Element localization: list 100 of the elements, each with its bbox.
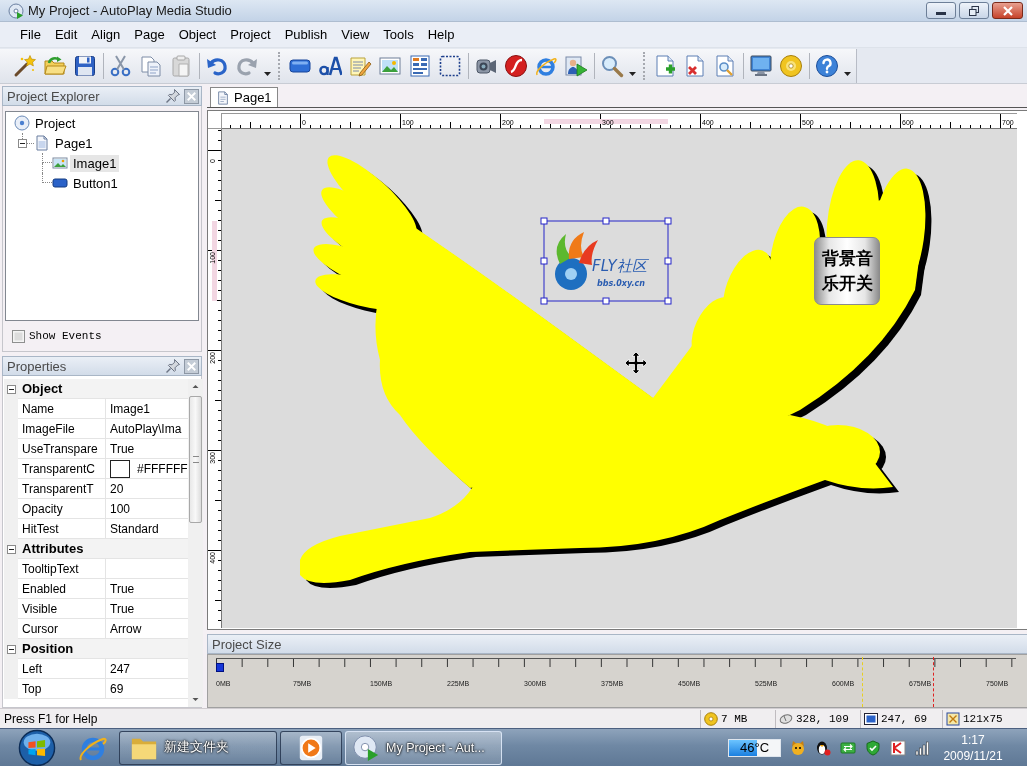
resize-handle[interactable] — [664, 297, 672, 305]
resize-handle[interactable] — [664, 257, 672, 265]
menu-item[interactable]: Edit — [47, 25, 85, 44]
resize-handle[interactable] — [540, 297, 548, 305]
color-swatch-icon[interactable] — [110, 459, 130, 478]
category-label: Position — [18, 639, 188, 659]
menu-item[interactable]: Help — [420, 25, 462, 44]
tree-item[interactable]: Project — [32, 114, 79, 132]
cut-icon[interactable] — [109, 53, 133, 78]
penguin-icon[interactable] — [815, 739, 831, 756]
menu-item[interactable]: Object — [171, 25, 224, 44]
tree-toggle-icon[interactable] — [18, 138, 27, 148]
button-icon — [52, 175, 68, 191]
resize-handle[interactable] — [540, 257, 548, 265]
caret-icon[interactable] — [628, 71, 636, 76]
property-name: Opacity — [18, 499, 106, 519]
property-name: TransparentC — [18, 459, 106, 479]
disc-icon[interactable] — [779, 53, 803, 78]
list-tool-icon[interactable] — [408, 53, 432, 78]
disc-icon — [14, 115, 30, 131]
page-icon — [216, 90, 230, 105]
page-plus-icon[interactable] — [653, 53, 677, 78]
checkbox[interactable] — [12, 329, 25, 343]
dashed-frame-icon[interactable] — [438, 53, 462, 78]
property-name: Visible — [18, 599, 106, 619]
page-search-icon[interactable] — [713, 53, 737, 78]
magnifier-icon[interactable] — [600, 53, 624, 78]
menu-item[interactable]: Tools — [376, 25, 421, 44]
property-name: TransparentT — [18, 479, 106, 499]
category-toggle-icon[interactable] — [6, 384, 16, 394]
resize-handle[interactable] — [602, 217, 610, 225]
scrollbar-thumb[interactable] — [189, 396, 202, 523]
status-value: 247, 69 — [881, 712, 928, 725]
start-button[interactable] — [18, 728, 56, 766]
document-tab[interactable]: Page1 — [210, 87, 278, 107]
canvas-button[interactable]: 背景音乐开关 — [814, 237, 880, 305]
page-icon — [34, 135, 50, 151]
menu-item[interactable]: Publish — [277, 25, 335, 44]
property-name: Left — [18, 659, 106, 679]
clock-date: 2009/11/21 — [943, 747, 1003, 764]
resize-handle[interactable] — [602, 297, 610, 305]
category-toggle-icon[interactable] — [6, 544, 16, 554]
page-delete-icon[interactable] — [683, 53, 707, 78]
minimize-icon — [936, 11, 946, 15]
resize-icon — [946, 711, 960, 726]
window-title: My Project - AutoPlay Media Studio — [28, 3, 232, 18]
tree-item[interactable]: Image1 — [70, 154, 120, 172]
menu-item[interactable]: View — [334, 25, 377, 44]
logo-subtext: bbs.0xy.cn — [597, 279, 645, 288]
panel-title: Properties — [7, 358, 67, 374]
menu-item[interactable]: Page — [127, 25, 172, 44]
status-value: 121x75 — [963, 712, 1003, 725]
status-value: 328, 109 — [796, 712, 849, 725]
play-icon — [297, 733, 325, 762]
category-label: Attributes — [18, 539, 188, 559]
caret-icon[interactable] — [843, 71, 851, 76]
close-icon[interactable] — [184, 358, 199, 374]
checkbox-label[interactable]: Show Events — [29, 330, 102, 342]
pin-icon[interactable] — [165, 88, 181, 104]
save-icon[interactable] — [73, 53, 97, 78]
property-value[interactable]: #FFFFFF — [137, 461, 188, 476]
property-name: UseTranspare — [18, 439, 106, 459]
animal-face-icon[interactable] — [790, 739, 806, 756]
app-icon — [8, 2, 24, 19]
tree-item[interactable]: Button1 — [70, 174, 121, 192]
mouse-icon — [779, 711, 793, 726]
logo-text: FLY社区 — [592, 257, 647, 275]
menu-item[interactable]: File — [13, 25, 48, 44]
category-toggle-icon[interactable] — [6, 644, 16, 654]
frame-icon — [864, 711, 878, 726]
person-play-icon[interactable] — [564, 53, 588, 78]
app-icon — [352, 733, 380, 762]
pin-icon[interactable] — [165, 358, 181, 374]
close-button[interactable] — [992, 2, 1023, 19]
help-icon[interactable] — [815, 53, 839, 78]
arrows-box-icon[interactable] — [840, 739, 856, 756]
menu-item[interactable]: Align — [84, 25, 128, 44]
wand-icon[interactable] — [13, 53, 37, 78]
disc-icon — [704, 711, 718, 726]
shield-icon[interactable] — [865, 739, 881, 756]
close-icon[interactable] — [184, 88, 199, 104]
restore-icon — [969, 5, 979, 16]
signal-icon[interactable] — [915, 739, 931, 756]
category-label: Object — [18, 379, 188, 399]
clock-time: 1:17 — [961, 731, 985, 748]
taskbar-icon-button[interactable] — [280, 730, 342, 765]
property-name: TooltipText — [18, 559, 106, 579]
minimize-button[interactable] — [926, 2, 956, 19]
swirl-disc-icon[interactable] — [504, 53, 528, 78]
resize-handle[interactable] — [664, 217, 672, 225]
maximize-button[interactable] — [959, 2, 989, 19]
property-name: Enabled — [18, 579, 106, 599]
menu-item[interactable]: Project — [223, 25, 278, 44]
cross-mark-icon[interactable] — [890, 739, 906, 756]
tree-item[interactable]: Page1 — [52, 134, 96, 152]
panel-title: Project Size — [212, 636, 282, 652]
resize-handle[interactable] — [540, 217, 548, 225]
monitor-icon[interactable] — [749, 53, 773, 78]
property-name: Top — [18, 679, 106, 699]
caret-icon[interactable] — [263, 71, 271, 76]
